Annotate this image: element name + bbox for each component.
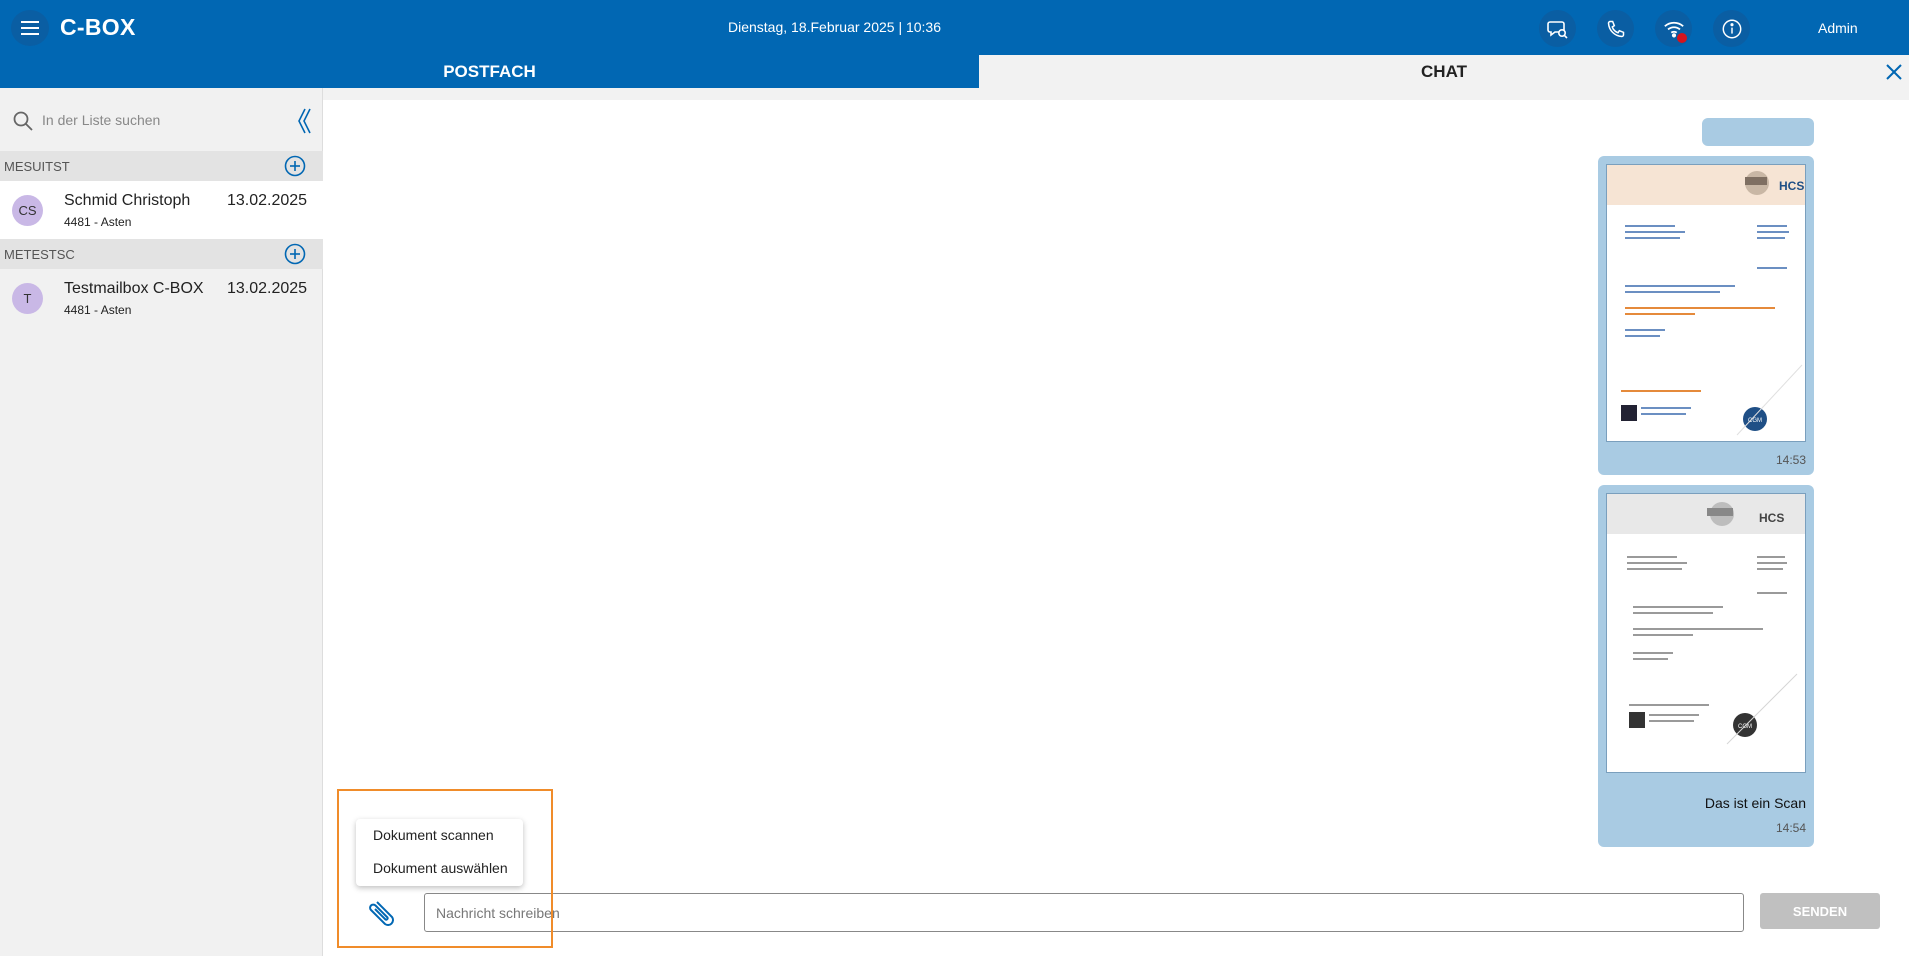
avatar: CS — [12, 195, 43, 226]
message-time: 14:54 — [1775, 821, 1806, 835]
info-button[interactable] — [1713, 10, 1750, 47]
conversation-date: 13.02.2025 — [227, 192, 308, 209]
document-preview-image: HCS CGM — [1607, 494, 1805, 745]
datetime: Dienstag, 18.Februar 2025 | 10:36 — [728, 19, 942, 35]
send-button[interactable]: SENDEN — [1760, 893, 1880, 929]
conversation-name: Testmailbox C-BOX — [64, 280, 204, 297]
chat-search-button[interactable] — [1539, 10, 1576, 47]
message-caption: Das ist ein Scan — [1704, 795, 1806, 811]
document-thumbnail[interactable]: HCS CGM — [1606, 164, 1806, 442]
svg-text:HCS: HCS — [1759, 511, 1784, 525]
wifi-button[interactable] — [1655, 10, 1692, 47]
message-time: 14:53 — [1775, 453, 1806, 467]
message-input[interactable] — [424, 893, 1744, 932]
search-input[interactable] — [42, 106, 282, 134]
status-dot — [1676, 32, 1688, 44]
app-title: C-BOX — [60, 14, 136, 40]
close-icon[interactable] — [1884, 62, 1904, 82]
tab-chat[interactable]: CHAT — [979, 55, 1909, 88]
message-bubble: HCS CGM 14:53 — [1598, 156, 1814, 475]
menu-item-scan-document[interactable]: Dokument scannen — [373, 827, 494, 843]
menu-item-select-document[interactable]: Dokument auswählen — [373, 860, 508, 876]
tab-postfach[interactable]: POSTFACH — [0, 55, 979, 88]
message-bubble: HCS CGM Das ist ein Scan 14:54 — [1598, 485, 1814, 847]
conversation-item[interactable]: T Testmailbox C-BOX 4481 - Asten 13.02.2… — [0, 269, 323, 328]
top-bar: C-BOX Dienstag, 18.Februar 2025 | 10:36 … — [0, 0, 1909, 55]
info-icon — [1722, 19, 1741, 38]
svg-text:CGM: CGM — [1738, 724, 1752, 730]
group-label: METESTSC — [4, 247, 75, 262]
sidebar: MESUITST CS Schmid Christoph 4481 - Aste… — [0, 88, 323, 956]
document-thumbnail[interactable]: HCS CGM — [1606, 493, 1806, 773]
chat-search-icon — [1546, 20, 1568, 39]
svg-text:HCS: HCS — [1779, 179, 1804, 193]
phone-button[interactable] — [1597, 10, 1634, 47]
phone-icon — [1607, 20, 1624, 37]
search-row — [0, 98, 323, 142]
attach-menu: Dokument scannen Dokument auswählen — [356, 819, 523, 886]
conversation-subtitle: 4481 - Asten — [64, 215, 132, 229]
collapse-sidebar-icon[interactable] — [294, 106, 314, 136]
search-icon — [13, 111, 33, 131]
add-circle-icon[interactable] — [284, 243, 306, 265]
attach-button[interactable] — [363, 894, 401, 930]
add-circle-icon[interactable] — [284, 155, 306, 177]
user-name[interactable]: Admin — [1818, 20, 1858, 36]
menu-icon — [21, 21, 39, 35]
message-bubble — [1702, 118, 1814, 146]
conversation-date: 13.02.2025 — [227, 280, 308, 297]
group-header: MESUITST — [0, 151, 323, 181]
group-header: METESTSC — [0, 239, 323, 269]
group-label: MESUITST — [4, 159, 70, 174]
conversation-item[interactable]: CS Schmid Christoph 4481 - Asten 13.02.2… — [0, 181, 323, 240]
conversation-name: Schmid Christoph — [64, 192, 191, 209]
paperclip-icon — [369, 901, 394, 926]
document-preview-image: HCS CGM — [1607, 165, 1805, 436]
avatar: T — [12, 283, 43, 314]
menu-button[interactable] — [11, 10, 49, 46]
conversation-subtitle: 4481 - Asten — [64, 303, 132, 317]
